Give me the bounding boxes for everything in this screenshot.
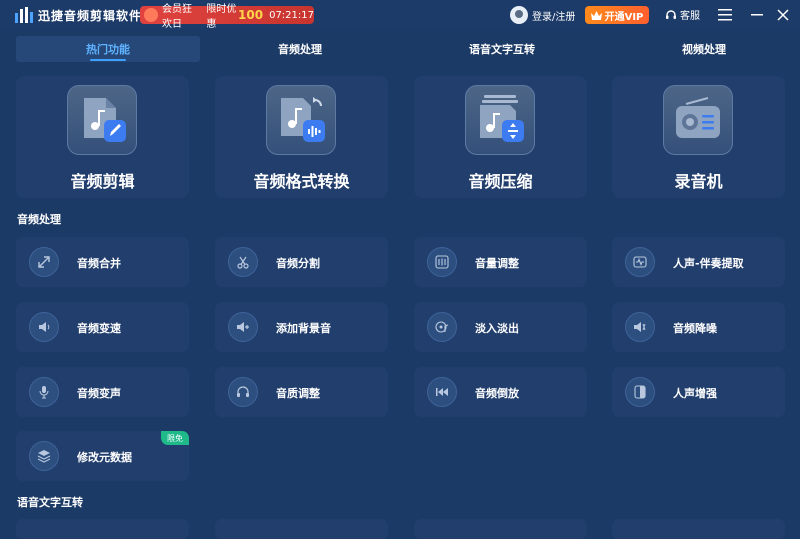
- tool-label: 音频变速: [77, 322, 121, 335]
- app-logo-icon: [15, 7, 33, 23]
- tool-label: 音质调整: [276, 387, 320, 400]
- layers-icon: [29, 441, 59, 471]
- tool-card-partial[interactable]: [612, 519, 785, 539]
- promo-offer: 限时优惠: [206, 4, 237, 30]
- microphone-icon: [29, 377, 59, 407]
- tool-audio-speed[interactable]: 音频变速: [16, 302, 189, 352]
- gift-icon: [144, 8, 158, 22]
- scissors-icon: [228, 247, 258, 277]
- section-title-audio: 音频处理: [17, 213, 61, 226]
- service-label: 客服: [680, 11, 700, 22]
- tool-label: 音频变声: [77, 387, 121, 400]
- feature-card-recorder[interactable]: 录音机: [612, 76, 785, 198]
- menu-button[interactable]: [714, 4, 736, 26]
- tool-label: 淡入淡出: [475, 322, 519, 335]
- tool-card-partial[interactable]: [414, 519, 587, 539]
- tool-voice-change[interactable]: 音频变声: [16, 367, 189, 417]
- section-title-speech: 语音文字互转: [17, 496, 83, 509]
- tool-label: 音频合并: [77, 257, 121, 270]
- merge-icon: [29, 247, 59, 277]
- avatar: [510, 6, 528, 24]
- promo-number: 100: [238, 8, 264, 22]
- vip-button[interactable]: 开通VIP: [585, 6, 649, 24]
- feature-label: 音频格式转换: [253, 172, 350, 191]
- app-name: 迅捷音频剪辑软件: [38, 9, 143, 23]
- title-bar: 迅捷音频剪辑软件 会员狂欢日 限时优惠 100 07:21:17 登录/注册 开…: [0, 0, 800, 30]
- tool-audio-split[interactable]: 音频分割: [215, 237, 388, 287]
- tool-label: 人声增强: [673, 387, 717, 400]
- volume-adjust-icon: [427, 247, 457, 277]
- tool-fade-in-out[interactable]: 淡入淡出: [414, 302, 587, 352]
- tool-audio-denoise[interactable]: 音频降噪: [612, 302, 785, 352]
- login-button[interactable]: 登录/注册: [510, 6, 575, 24]
- feature-card-format-convert[interactable]: 音频格式转换: [215, 76, 388, 198]
- tab-audio-processing[interactable]: 音频处理: [208, 36, 392, 62]
- free-badge: 限免: [161, 431, 189, 445]
- add-background-icon: [228, 312, 258, 342]
- vip-label: 开通VIP: [604, 11, 644, 23]
- minimize-button[interactable]: [746, 4, 768, 26]
- close-button[interactable]: [772, 4, 794, 26]
- hamburger-icon: [718, 9, 732, 21]
- feature-label: 音频剪辑: [70, 172, 135, 191]
- tool-card-partial[interactable]: [16, 519, 189, 539]
- feature-card-audio-edit[interactable]: 音频剪辑: [16, 76, 189, 198]
- voice-enhance-icon: [625, 377, 655, 407]
- tool-vocal-extract[interactable]: 人声-伴奏提取: [612, 237, 785, 287]
- service-button[interactable]: 客服: [665, 7, 700, 22]
- tool-vocal-enhance[interactable]: 人声增强: [612, 367, 785, 417]
- tool-label: 音频降噪: [673, 322, 717, 335]
- tool-label: 添加背景音: [276, 322, 331, 335]
- speed-icon: [29, 312, 59, 342]
- headphones-icon: [228, 377, 258, 407]
- feature-card-compress[interactable]: 音频压缩: [414, 76, 587, 198]
- tool-add-background[interactable]: 添加背景音: [215, 302, 388, 352]
- tool-label: 音频分割: [276, 257, 320, 270]
- tool-label: 音频倒放: [475, 387, 519, 400]
- denoise-icon: [625, 312, 655, 342]
- category-tabs: 热门功能 音频处理 语音文字互转 视频处理: [0, 36, 800, 64]
- promo-banner[interactable]: 会员狂欢日 限时优惠 100 07:21:17: [140, 4, 314, 30]
- minimize-icon: [751, 14, 763, 16]
- fade-icon: [427, 312, 457, 342]
- close-icon: [777, 9, 789, 21]
- promo-tag: 会员狂欢日: [162, 4, 192, 30]
- feature-label: 录音机: [674, 172, 723, 191]
- music-edit-icon: [67, 85, 137, 155]
- tab-speech-text[interactable]: 语音文字互转: [410, 36, 594, 62]
- radio-recorder-icon: [663, 85, 733, 155]
- tab-video-processing[interactable]: 视频处理: [612, 36, 796, 62]
- tool-label: 人声-伴奏提取: [673, 257, 744, 270]
- tool-card-partial[interactable]: [215, 519, 388, 539]
- music-compress-icon: [465, 85, 535, 155]
- waveform-icon: [625, 247, 655, 277]
- tool-audio-merge[interactable]: 音频合并: [16, 237, 189, 287]
- tool-label: 修改元数据: [77, 451, 132, 464]
- rewind-icon: [427, 377, 457, 407]
- tool-volume-adjust[interactable]: 音量调整: [414, 237, 587, 287]
- tool-audio-reverse[interactable]: 音频倒放: [414, 367, 587, 417]
- music-convert-icon: [266, 85, 336, 155]
- headset-icon: [666, 9, 676, 19]
- feature-label: 音频压缩: [468, 172, 533, 191]
- promo-countdown: 07:21:17: [269, 9, 314, 21]
- login-label: 登录/注册: [532, 11, 576, 23]
- tool-label: 音量调整: [475, 257, 519, 270]
- tab-hot-features[interactable]: 热门功能: [16, 36, 200, 62]
- vip-crown-icon: [590, 10, 602, 20]
- tool-quality-adjust[interactable]: 音质调整: [215, 367, 388, 417]
- tool-edit-metadata[interactable]: 修改元数据 限免: [16, 431, 189, 481]
